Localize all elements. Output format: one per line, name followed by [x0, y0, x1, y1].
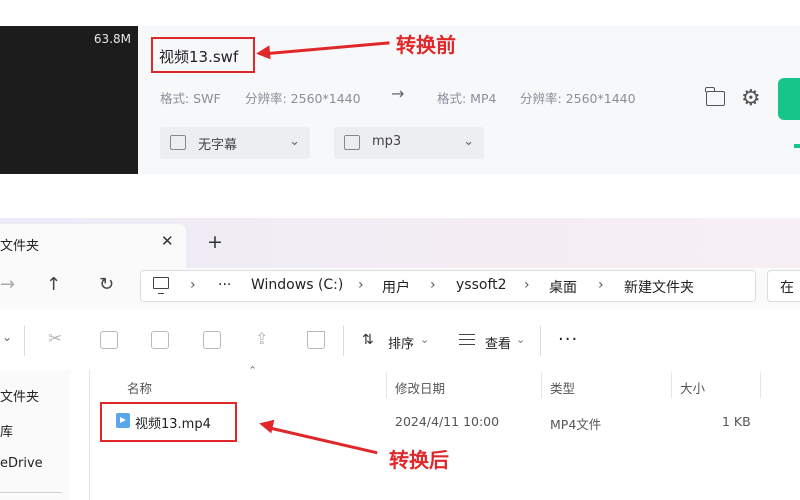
pane-divider[interactable] — [89, 370, 90, 500]
gear-icon[interactable]: ⚙ — [741, 86, 761, 111]
file-size: 1 KB — [722, 414, 751, 429]
chevron-down-icon: ⌄ — [420, 333, 430, 346]
status-indicator — [794, 144, 800, 148]
subtitle-icon — [170, 135, 186, 150]
thumbnail-file-size: 63.8M — [93, 32, 131, 46]
breadcrumb-separator-icon: › — [524, 277, 530, 293]
file-name[interactable]: 视频13.mp4 — [135, 413, 211, 432]
annotation-label-before: 转换前 — [396, 33, 456, 57]
breadcrumb-separator-icon: › — [190, 277, 196, 293]
nav-item-library[interactable]: 库 — [0, 421, 13, 440]
forward-arrow-icon[interactable]: → — [0, 274, 15, 295]
sort-button[interactable]: 排序 — [388, 333, 414, 352]
nav-item-folders[interactable]: 文件夹 — [0, 386, 39, 405]
breadcrumb-new-folder[interactable]: 新建文件夹 — [624, 277, 694, 297]
delete-icon[interactable] — [307, 331, 325, 349]
video-thumbnail[interactable]: 63.8M — [0, 26, 138, 174]
folder-icon[interactable] — [705, 87, 725, 106]
source-file-name: 视频13.swf — [159, 48, 239, 66]
column-divider[interactable] — [671, 372, 672, 398]
annotation-arrowhead-before — [255, 45, 271, 61]
column-header-name[interactable]: 名称 — [127, 378, 152, 397]
video-file-icon — [116, 413, 130, 428]
monitor-icon — [153, 277, 169, 294]
audio-track-icon — [344, 135, 360, 150]
audio-value: mp3 — [372, 134, 402, 149]
chevron-down-icon: ⌄ — [289, 134, 300, 149]
breadcrumb-separator-icon: › — [430, 277, 436, 293]
breadcrumb-users[interactable]: 用户 — [382, 277, 410, 297]
cut-icon[interactable]: ✂ — [48, 329, 66, 349]
source-format: 格式: SWF — [160, 91, 221, 106]
breadcrumb-separator-icon: › — [598, 277, 604, 293]
file-type: MP4文件 — [550, 417, 602, 432]
breadcrumb-separator-icon: › — [358, 277, 364, 293]
breadcrumb-user[interactable]: yssoft2 — [456, 277, 507, 293]
breadcrumb-drive[interactable]: Windows (C:) — [251, 277, 343, 293]
toolbar-divider — [24, 326, 25, 356]
refresh-icon[interactable]: ↻ — [99, 274, 114, 295]
paste-icon[interactable] — [151, 331, 169, 349]
more-options-button[interactable]: ··· — [558, 329, 578, 350]
column-header-type[interactable]: 类型 — [550, 378, 575, 397]
add-tab-icon[interactable]: + — [207, 231, 223, 253]
breadcrumb-more[interactable]: ··· — [218, 277, 231, 293]
column-divider[interactable] — [386, 372, 387, 398]
target-resolution: 分辨率: 2560*1440 — [520, 91, 636, 106]
target-format: 格式: MP4 — [437, 91, 497, 106]
subtitle-select[interactable]: 无字幕 ⌄ — [160, 127, 310, 159]
chevron-down-icon: ⌄ — [463, 134, 474, 149]
share-icon[interactable]: ⇪ — [255, 329, 273, 348]
toolbar-divider — [343, 326, 344, 356]
copy-icon[interactable] — [100, 331, 118, 349]
search-placeholder: 在 — [780, 280, 794, 296]
source-resolution: 分辨率: 2560*1440 — [245, 91, 361, 106]
column-divider[interactable] — [760, 372, 761, 398]
chevron-down-icon[interactable]: ⌄ — [2, 330, 12, 344]
arrow-right-icon: → — [391, 84, 405, 103]
annotation-label-after: 转换后 — [389, 448, 449, 472]
toolbar-divider — [540, 326, 541, 356]
nav-item-onedrive[interactable]: eDrive — [0, 456, 43, 471]
rename-icon[interactable] — [203, 331, 221, 349]
view-button[interactable]: 查看 — [485, 333, 511, 352]
audio-select[interactable]: mp3 ⌄ — [334, 127, 484, 159]
column-divider[interactable] — [541, 372, 542, 398]
sort-caret-icon: ⌃ — [248, 364, 258, 377]
chevron-down-icon: ⌄ — [516, 333, 526, 346]
convert-button[interactable] — [778, 78, 800, 120]
tab-title: 文件夹 — [0, 239, 40, 254]
breadcrumb-desktop[interactable]: 桌面 — [549, 277, 577, 297]
sort-icon: ⇅ — [362, 332, 374, 348]
column-header-size[interactable]: 大小 — [680, 378, 705, 397]
nav-pane-divider — [0, 492, 62, 493]
subtitle-value: 无字幕 — [198, 138, 238, 153]
file-modified: 2024/4/11 10:00 — [395, 414, 500, 429]
up-arrow-icon[interactable]: ↑ — [46, 274, 61, 295]
column-header-modified[interactable]: 修改日期 — [395, 378, 445, 397]
close-icon[interactable]: ✕ — [161, 232, 174, 250]
view-icon — [459, 334, 475, 345]
